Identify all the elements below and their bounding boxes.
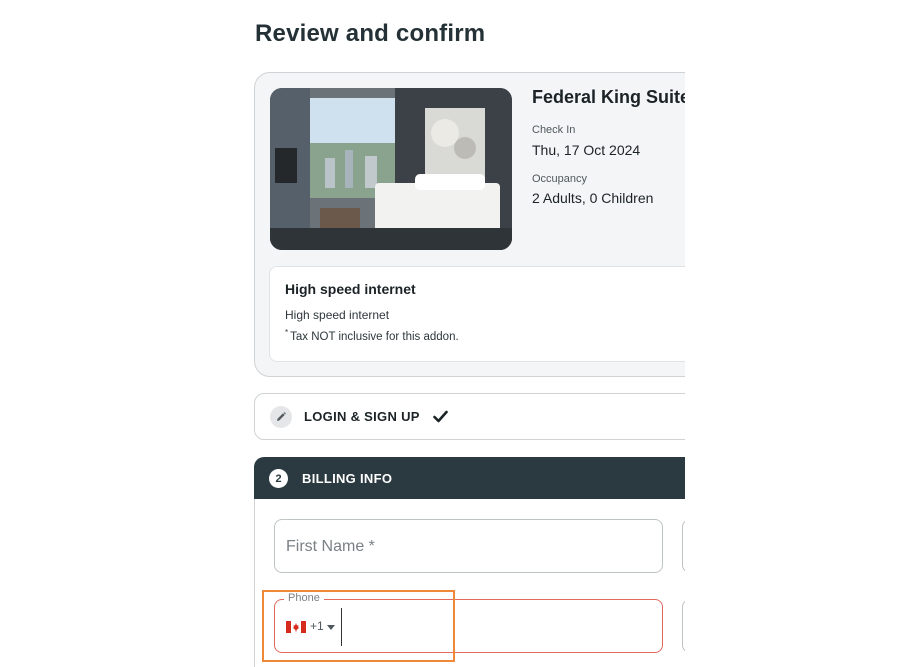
content-viewport: Federal King Suite Check In Thu, 17 Oct …: [0, 0, 685, 667]
highlight-box: [262, 590, 455, 662]
booking-summary-card: Federal King Suite Check In Thu, 17 Oct …: [254, 72, 685, 377]
addon-tax-note: * Tax NOT inclusive for this addon.: [285, 328, 459, 343]
footnote-marker: *: [285, 328, 289, 337]
login-signup-label: LOGIN & SIGN UP: [304, 409, 420, 424]
addon-description: High speed internet: [285, 308, 390, 322]
addon-title: High speed internet: [285, 281, 416, 297]
last-name-field[interactable]: [682, 519, 685, 573]
login-signup-section[interactable]: LOGIN & SIGN UP: [254, 393, 685, 440]
occupancy-value: 2 Adults, 0 Children: [532, 190, 654, 206]
room-photo: [270, 88, 512, 250]
email-field[interactable]: [682, 599, 685, 653]
billing-info-header[interactable]: 2 BILLING INFO: [254, 457, 685, 499]
pencil-icon[interactable]: [270, 406, 292, 428]
occupancy-label: Occupancy: [532, 173, 588, 185]
addon-card: High speed internet High speed internet …: [269, 266, 685, 362]
first-name-field[interactable]: First Name *: [274, 519, 663, 573]
check-in-label: Check In: [532, 124, 576, 136]
room-name: Federal King Suite: [532, 87, 685, 107]
first-name-placeholder: First Name *: [286, 538, 375, 555]
step-number-badge: 2: [269, 469, 288, 488]
addon-tax-note-text: Tax NOT inclusive for this addon.: [290, 330, 459, 343]
billing-info-label: BILLING INFO: [302, 471, 393, 486]
check-icon: [433, 410, 448, 423]
check-in-value: Thu, 17 Oct 2024: [532, 142, 641, 158]
